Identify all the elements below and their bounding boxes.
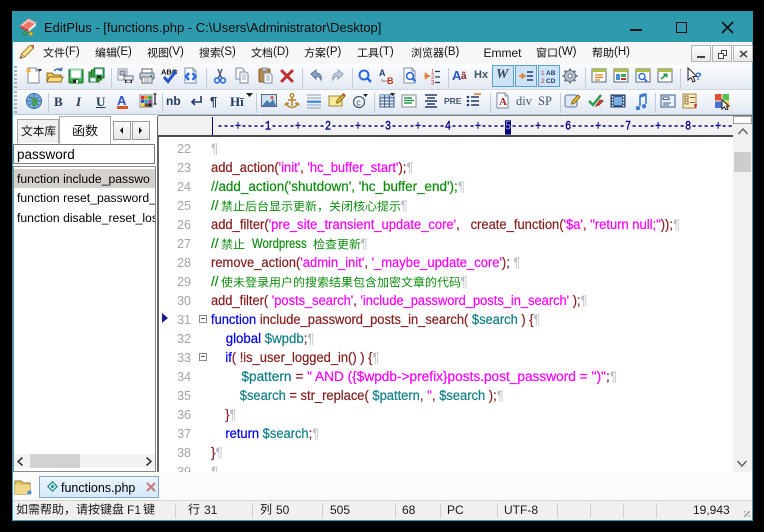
svg-text:1: 1 bbox=[541, 70, 545, 77]
svg-text:A: A bbox=[499, 96, 507, 108]
svg-text:3: 3 bbox=[431, 81, 435, 86]
svg-text:B: B bbox=[387, 76, 394, 85]
svg-text:c: c bbox=[356, 97, 361, 107]
svg-text:A: A bbox=[379, 68, 386, 78]
svg-text:AB: AB bbox=[546, 70, 556, 77]
svg-text:?: ? bbox=[695, 71, 702, 83]
svg-text:CD: CD bbox=[546, 78, 556, 85]
svg-text:2: 2 bbox=[541, 78, 545, 85]
